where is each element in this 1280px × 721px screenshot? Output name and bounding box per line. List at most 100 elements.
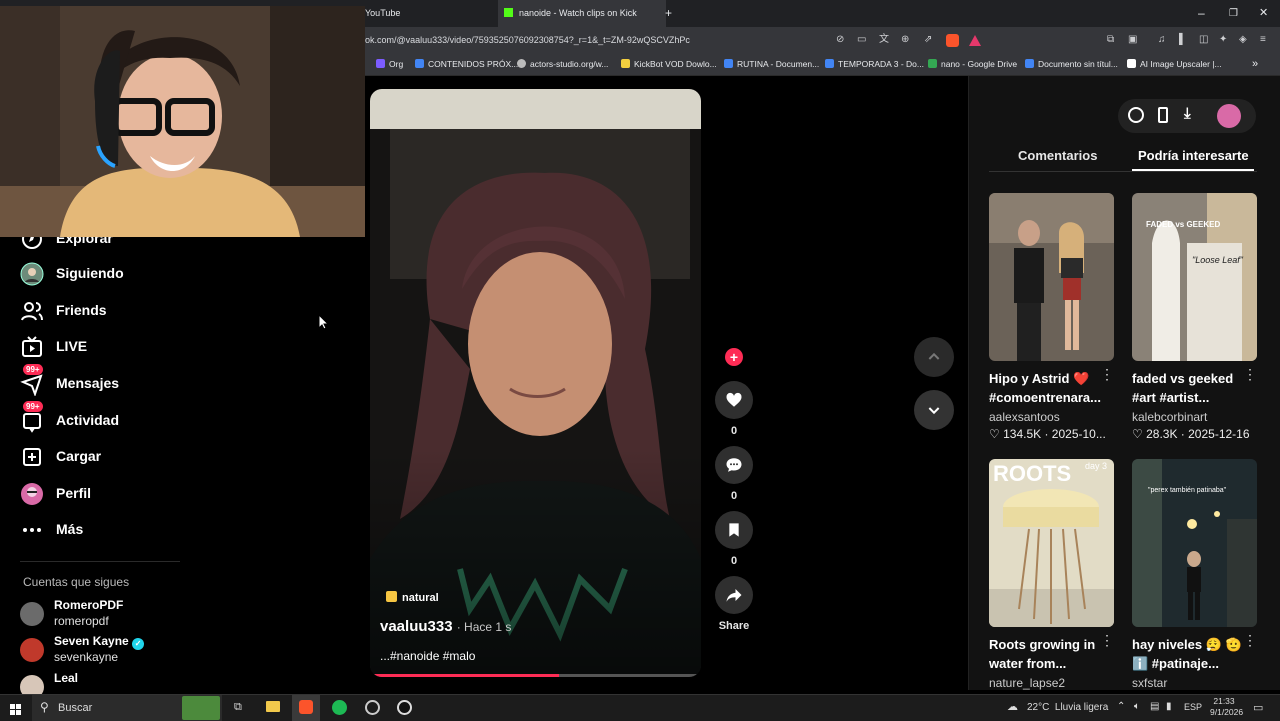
weather-icon: ☁ [1007, 701, 1018, 713]
cast-icon[interactable]: ▭ [857, 27, 866, 53]
bookmark-actors-studio[interactable]: actors-studio.org/w... [517, 53, 608, 75]
suggested-video-card[interactable]: FADED vs GEEKED "Loose Leaf" faded vs ge… [1132, 193, 1257, 441]
video-player[interactable]: natural vaaluu333 · Hace 1 s ...#nanoide… [370, 89, 701, 677]
video-author[interactable]: vaaluu333 [380, 618, 453, 635]
bookmark-org[interactable]: Org [376, 53, 403, 75]
more-bookmarks-icon[interactable]: » [1252, 53, 1258, 75]
weather-text[interactable]: 22°C Lluvia ligera [1027, 702, 1108, 713]
sidebar-item-label: Actividad [56, 412, 120, 428]
app-icon[interactable] [397, 700, 412, 715]
extensions-icon[interactable]: ⧉ [1107, 27, 1114, 53]
comment-action[interactable]: 0 [714, 446, 754, 502]
suggested-video-card[interactable]: "perex también patinaba" hay niveles 😮‍💨… [1132, 459, 1257, 690]
bookmark-rutina[interactable]: RUTINA - Documen... [724, 53, 819, 75]
tag-icon [386, 591, 397, 602]
phone-icon[interactable] [1158, 107, 1168, 123]
bookmark-contenidos[interactable]: CONTENIDOS PRÓX... [415, 53, 518, 75]
menu-icon[interactable]: ≡ [1260, 27, 1266, 53]
user-avatar-icon[interactable] [1217, 104, 1241, 128]
zoom-icon[interactable]: ⊕ [901, 27, 909, 53]
video-thumbnail: FADED vs GEEKED "Loose Leaf" [1132, 193, 1257, 361]
bookmark-temporada[interactable]: TEMPORADA 3 - Do... [825, 53, 924, 75]
tab-comentarios[interactable]: Comentarios [1018, 148, 1097, 163]
previous-video-button[interactable] [914, 337, 954, 377]
save-action[interactable]: 0 [714, 511, 754, 567]
clock[interactable]: 21:33 9/1/2026 [1210, 696, 1243, 718]
wallet-icon[interactable]: ◫ [1199, 27, 1208, 53]
media-icon[interactable]: ♫ [1158, 27, 1166, 53]
video-thumbnail: "perex también patinaba" [1132, 459, 1257, 627]
card-user[interactable]: aalexsantoos [989, 410, 1114, 424]
new-tab-button[interactable]: + [665, 0, 672, 27]
follow-plus-button[interactable]: + [725, 348, 743, 366]
tiktok-icon[interactable] [1128, 107, 1144, 123]
notification-icon[interactable]: ▭ [1253, 701, 1263, 714]
language-indicator[interactable]: ESP [1184, 702, 1202, 712]
download-icon[interactable]: ⤓ [1184, 105, 1191, 122]
bookmark-ai-upscaler[interactable]: AI Image Upscaler |... [1127, 53, 1222, 75]
leo-icon[interactable]: ✦ [1219, 27, 1227, 53]
doc-icon [415, 59, 424, 68]
next-video-button[interactable] [914, 390, 954, 430]
spotify-icon[interactable] [332, 700, 347, 715]
thumbnail-overlay-text: day 3 [1085, 461, 1108, 471]
file-explorer-icon[interactable] [266, 701, 280, 712]
more-options-icon[interactable]: ⋮ [1243, 632, 1257, 649]
video-time: · Hace 1 s [456, 620, 512, 634]
tab-kick[interactable]: nanoide - Watch clips on Kick [498, 0, 666, 27]
network-icon[interactable]: ▤ [1150, 701, 1159, 712]
like-action[interactable]: 0 [714, 381, 754, 437]
more-options-icon[interactable]: ⋮ [1100, 632, 1114, 649]
brave-shield-icon[interactable] [946, 34, 959, 47]
obs-icon[interactable] [365, 700, 380, 715]
brave-rewards-icon[interactable] [969, 35, 981, 46]
tab-youtube[interactable]: YouTube [365, 0, 400, 27]
share-page-icon[interactable]: ⇗ [924, 27, 932, 53]
no-tracking-icon[interactable]: ⊘ [836, 27, 844, 53]
card-user[interactable]: nature_lapse2 [989, 676, 1114, 690]
volume-icon[interactable]: 🔈︎ [1134, 701, 1140, 712]
translate-icon[interactable]: 文 [879, 27, 889, 53]
clock-time: 21:33 [1213, 696, 1235, 706]
video-thumbnail: ROOTS day 3 [989, 459, 1114, 627]
bookmark-drive[interactable]: nano - Google Drive [928, 53, 1017, 75]
video-caption: ...#nanoide #malo [380, 649, 476, 663]
battery-icon[interactable]: ▮ [1166, 701, 1172, 712]
sidebar-item-label: Más [56, 521, 84, 537]
bookmark-kickbot[interactable]: KickBot VOD Dowlo... [621, 53, 717, 75]
comment-icon [715, 446, 753, 484]
avatar-icon [20, 262, 44, 286]
tab-podria-interesarte[interactable]: Podría interesarte [1138, 148, 1249, 163]
windows-taskbar: ⚲ Buscar ⧉ ☁ 22°C Lluvia ligera ⌃ 🔈︎ ▤ ▮… [0, 694, 1280, 721]
taskbar-search[interactable]: ⚲ Buscar [32, 695, 222, 721]
card-title: Hipo y Astrid ❤️ #comoentrenara... [989, 371, 1101, 405]
more-options-icon[interactable]: ⋮ [1243, 366, 1257, 383]
card-user[interactable]: kalebcorbinart [1132, 410, 1257, 424]
video-progress-track[interactable] [370, 674, 701, 677]
tray-chevron-icon[interactable]: ⌃ [1117, 701, 1125, 712]
screenshot-icon[interactable]: ▣ [1128, 27, 1137, 53]
suggested-video-card[interactable]: Hipo y Astrid ❤️ #comoentrenara... aalex… [989, 193, 1114, 441]
card-user[interactable]: sxfstar [1132, 676, 1257, 690]
minimize-icon[interactable]: – [1198, 0, 1205, 27]
vpn-icon[interactable]: ◈ [1239, 27, 1247, 53]
friends-icon [21, 302, 43, 321]
account-handle: sevenkayne [54, 650, 119, 664]
suggested-video-card[interactable]: ROOTS day 3 Roots growing in water from.… [989, 459, 1114, 690]
close-window-icon[interactable]: ✕ [1259, 0, 1268, 27]
bookmark-documento[interactable]: Documento sin títul... [1025, 53, 1118, 75]
windows-start-icon[interactable] [10, 702, 21, 715]
sidebar-item-label: LIVE [56, 338, 88, 354]
more-options-icon[interactable]: ⋮ [1100, 366, 1114, 383]
video-tag[interactable]: natural [386, 591, 439, 604]
globe-icon [517, 59, 526, 68]
task-view-icon[interactable]: ⧉ [234, 701, 242, 714]
brave-taskbar-button[interactable] [292, 695, 320, 721]
restore-icon[interactable]: ❐ [1229, 0, 1238, 27]
url-field[interactable]: ok.com/@vaaluu333/video/7593525076092308… [365, 27, 690, 53]
share-action[interactable]: Share [714, 576, 754, 632]
chevron-down-icon [928, 407, 940, 415]
sidebar-toggle-icon[interactable]: ▌ [1179, 27, 1186, 53]
doc-icon [825, 59, 834, 68]
tab-label: YouTube [365, 8, 401, 18]
